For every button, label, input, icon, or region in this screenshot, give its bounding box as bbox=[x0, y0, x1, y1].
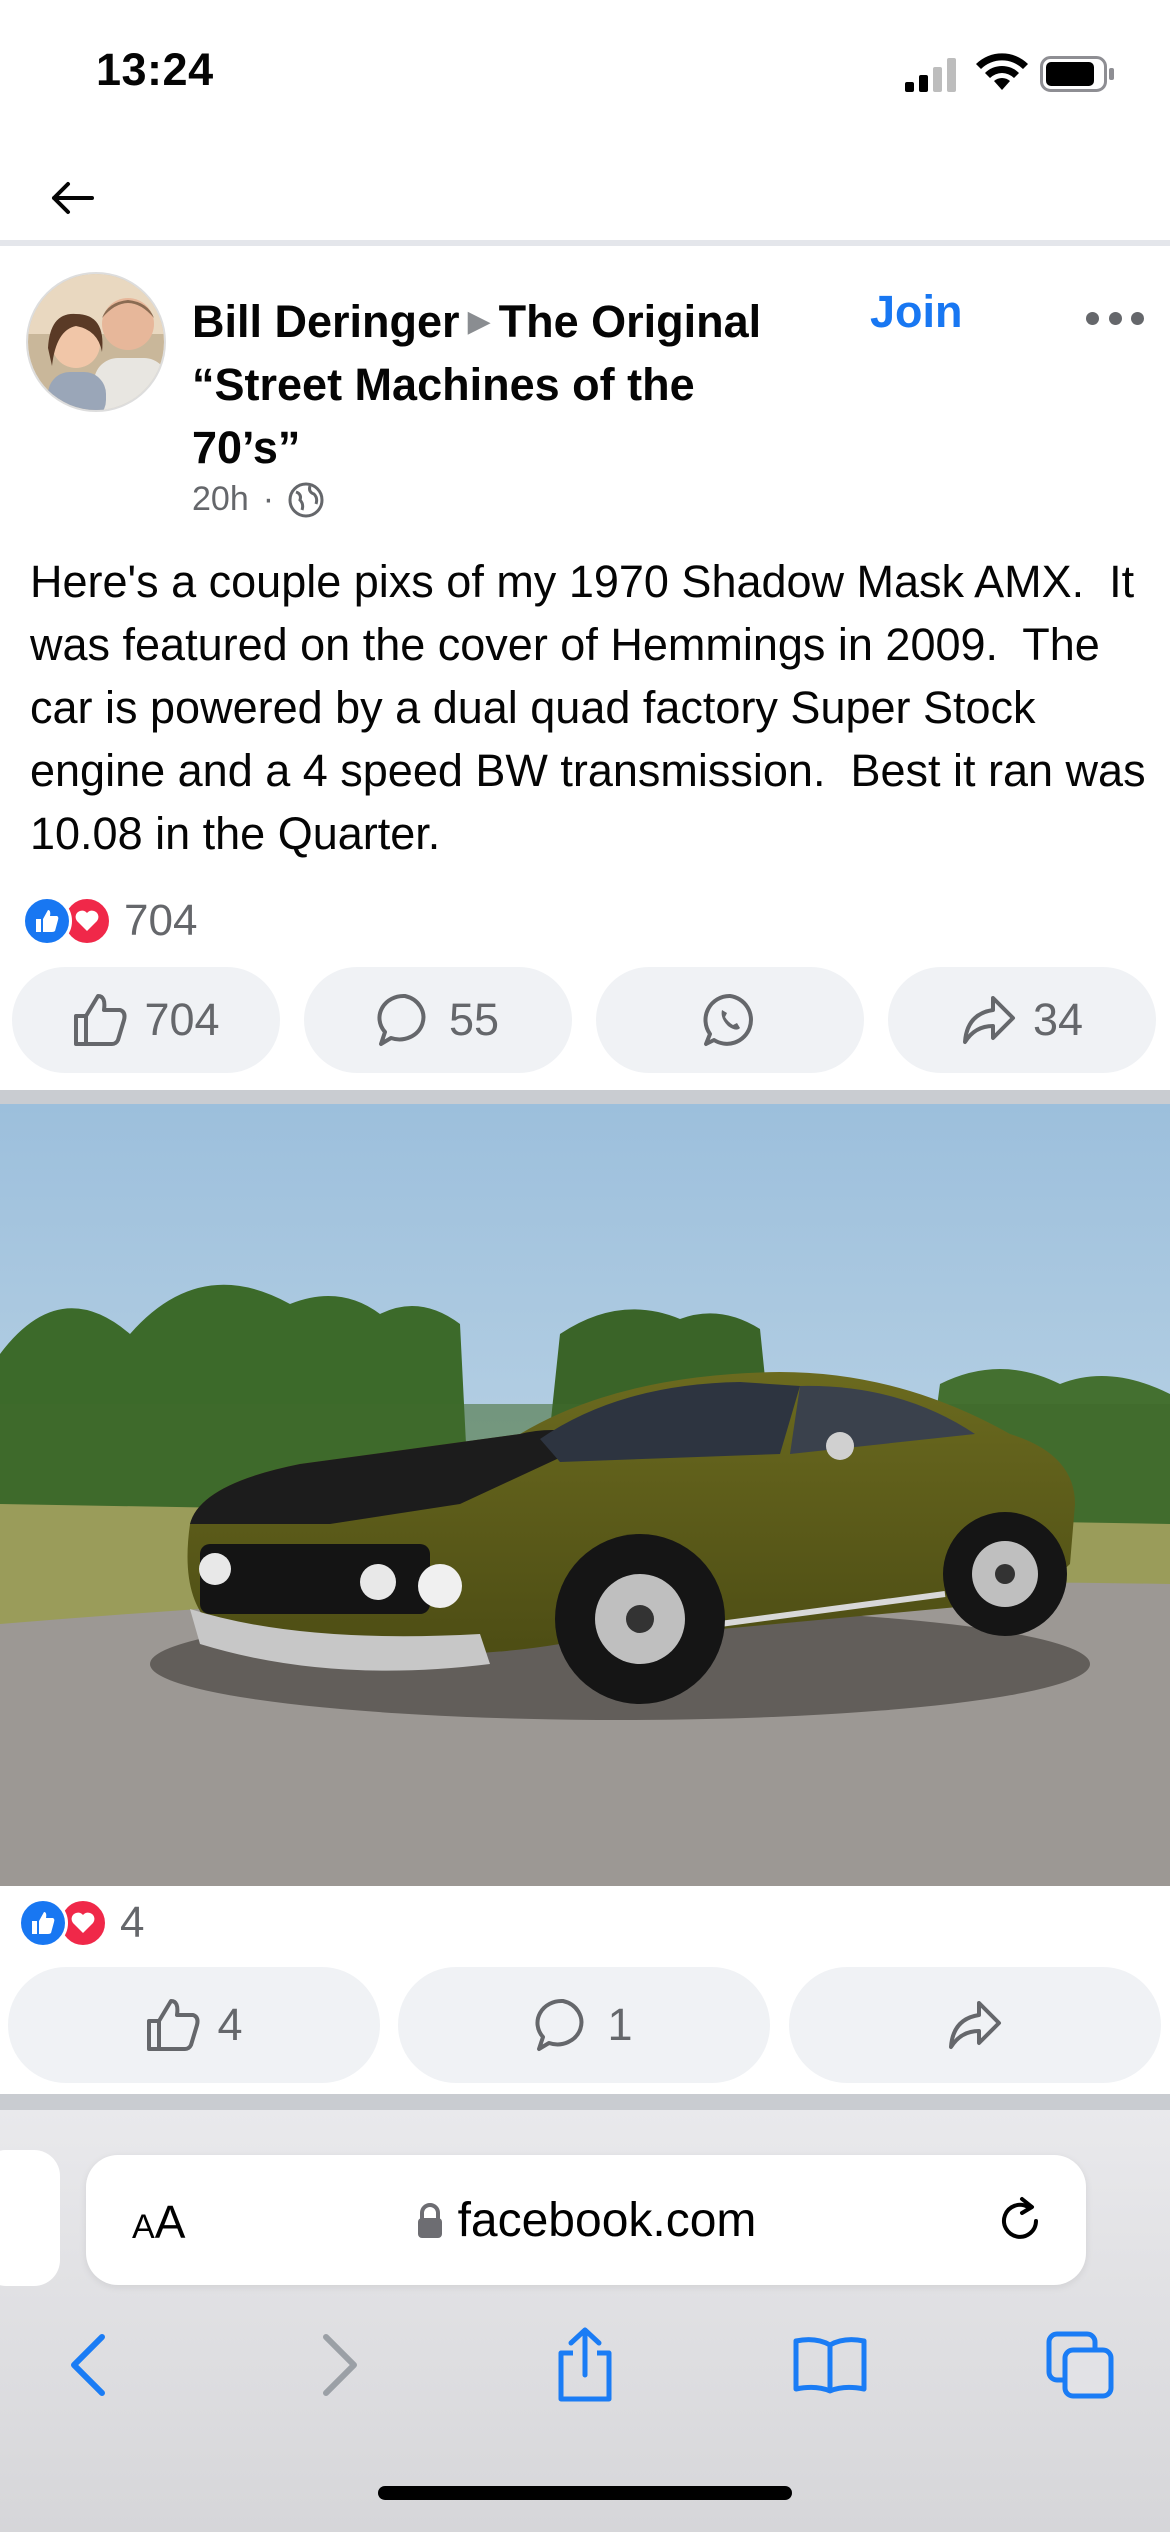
thumbs-up-icon bbox=[74, 994, 127, 1046]
like-reaction-icon bbox=[18, 1898, 68, 1948]
wifi-icon bbox=[976, 53, 1028, 90]
post-timestamp[interactable]: 20h bbox=[192, 480, 249, 519]
whatsapp-icon bbox=[703, 993, 753, 1046]
like-count: 704 bbox=[144, 994, 220, 1045]
arrow-left-icon bbox=[52, 182, 94, 214]
like-button[interactable]: 704 bbox=[12, 967, 280, 1073]
post-title: Bill Deringer ▶ The Original “Street Machi… bbox=[192, 290, 792, 479]
post-meta: 20h · bbox=[192, 480, 324, 519]
cellular-signal-icon bbox=[905, 58, 956, 92]
chevron-left-icon bbox=[71, 2334, 105, 2396]
share-sheet-button[interactable] bbox=[545, 2325, 625, 2405]
section-divider bbox=[0, 2094, 1170, 2110]
avatar-photo bbox=[28, 274, 164, 410]
lock-icon bbox=[417, 2202, 442, 2238]
nav-bar bbox=[0, 150, 1170, 246]
url-display: facebook.com bbox=[86, 2193, 1086, 2248]
url-text: facebook.com bbox=[457, 2194, 757, 2247]
car-photo bbox=[0, 1104, 1170, 1886]
share-box-icon bbox=[558, 2327, 612, 2402]
globe-icon bbox=[288, 482, 324, 517]
join-group-button[interactable]: Join bbox=[870, 286, 963, 338]
share-arrow-icon bbox=[962, 996, 1015, 1044]
photo-reactions-summary[interactable]: 4 bbox=[18, 1898, 144, 1948]
chevron-right-icon bbox=[323, 2334, 357, 2396]
meta-separator: · bbox=[262, 480, 275, 518]
share-button[interactable]: 34 bbox=[888, 967, 1156, 1073]
book-icon bbox=[793, 2337, 867, 2394]
status-time: 13:24 bbox=[96, 44, 214, 95]
home-indicator bbox=[378, 2486, 792, 2500]
share-count: 34 bbox=[1032, 994, 1084, 1045]
comment-bubble-icon bbox=[377, 993, 426, 1046]
post-photo[interactable] bbox=[0, 1104, 1170, 1886]
comment-bubble-icon bbox=[535, 1998, 584, 2051]
author-name[interactable]: Bill Deringer bbox=[192, 296, 460, 347]
comment-button[interactable]: 55 bbox=[304, 967, 572, 1073]
post-body-text: Here's a couple pixs of my 1970 Shadow M… bbox=[30, 556, 1159, 859]
thumbs-up-icon bbox=[147, 1999, 200, 2051]
photo-comment-button[interactable]: 1 bbox=[398, 1967, 770, 2083]
safari-toolbar: AA facebook.com bbox=[0, 2110, 1170, 2532]
share-arrow-icon bbox=[949, 2001, 1001, 2049]
section-divider bbox=[0, 1090, 1170, 1104]
arrow-right-icon: ▶ bbox=[467, 305, 491, 338]
post-reactions-summary[interactable]: 704 bbox=[22, 896, 197, 946]
back-button[interactable] bbox=[46, 172, 98, 224]
photo-like-count: 4 bbox=[217, 1999, 243, 2050]
tabs-button[interactable] bbox=[1040, 2325, 1120, 2405]
comment-count: 55 bbox=[448, 994, 500, 1045]
reload-icon[interactable] bbox=[992, 2193, 1048, 2249]
reaction-count: 704 bbox=[124, 896, 198, 945]
whatsapp-share-button[interactable] bbox=[596, 967, 864, 1073]
status-bar: 13:24 bbox=[0, 0, 1170, 150]
photo-reaction-count: 4 bbox=[120, 1898, 145, 1947]
browser-back-button[interactable] bbox=[48, 2325, 128, 2405]
battery-icon bbox=[1040, 56, 1114, 92]
tabs-icon bbox=[1046, 2331, 1114, 2399]
browser-forward-button[interactable] bbox=[300, 2325, 380, 2405]
address-bar[interactable]: AA facebook.com bbox=[86, 2155, 1086, 2285]
like-reaction-icon bbox=[22, 896, 72, 946]
photo-comment-count: 1 bbox=[607, 1999, 633, 2050]
author-avatar[interactable] bbox=[26, 272, 166, 412]
previous-tab-preview[interactable] bbox=[0, 2150, 60, 2286]
bookmarks-button[interactable] bbox=[790, 2325, 870, 2405]
photo-share-button[interactable] bbox=[789, 1967, 1161, 2083]
photo-like-button[interactable]: 4 bbox=[8, 1967, 380, 2083]
more-options-icon[interactable] bbox=[1086, 308, 1144, 328]
